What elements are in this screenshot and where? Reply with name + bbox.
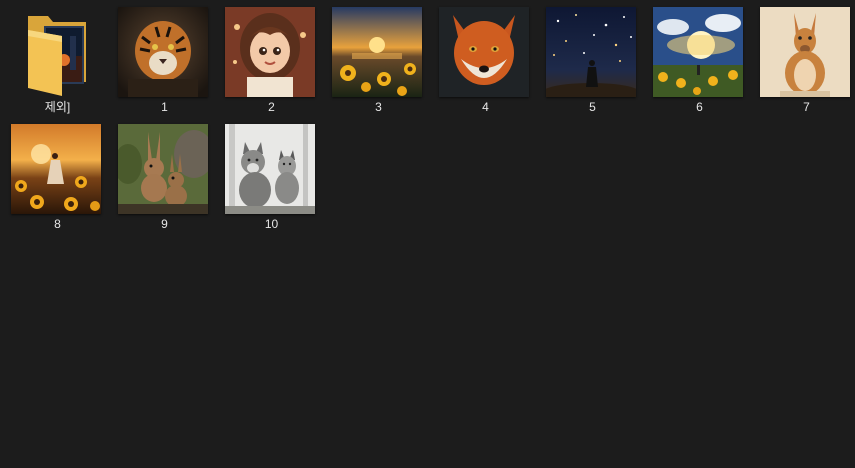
folder-icon	[22, 12, 94, 96]
folder-label: 제외]	[44, 100, 71, 114]
file-grid: 제외] 1 2 3 4 5 6 7 8 9 10	[4, 4, 855, 235]
sunflower-sunset-thumbnail	[332, 7, 422, 97]
image-file-label: 5	[589, 100, 596, 114]
image-file-label: 4	[482, 100, 489, 114]
image-file-item[interactable]: 3	[325, 4, 432, 118]
girl-sunflowers-thumbnail	[11, 124, 101, 214]
image-file-item[interactable]: 7	[753, 4, 855, 118]
girl-portrait-thumbnail	[225, 7, 315, 97]
image-file-item[interactable]: 8	[4, 121, 111, 235]
tiger-thumbnail	[118, 7, 208, 97]
kangaroo-thumbnail	[760, 7, 850, 97]
image-file-label: 1	[161, 100, 168, 114]
folder-item[interactable]: 제외]	[4, 4, 111, 118]
sunflower-field-sky-thumbnail	[653, 7, 743, 97]
image-file-label: 7	[803, 100, 810, 114]
image-file-label: 10	[264, 217, 279, 231]
fox-thumbnail	[439, 7, 529, 97]
image-file-item[interactable]: 9	[111, 121, 218, 235]
starry-night-girl-thumbnail	[546, 7, 636, 97]
image-file-label: 8	[54, 217, 61, 231]
rabbits-thumbnail	[118, 124, 208, 214]
image-file-item[interactable]: 1	[111, 4, 218, 118]
file-explorer-pane: 제외] 1 2 3 4 5 6 7 8 9 10	[0, 0, 855, 468]
image-file-label: 2	[268, 100, 275, 114]
image-file-label: 6	[696, 100, 703, 114]
image-file-item[interactable]: 10	[218, 121, 325, 235]
image-file-item[interactable]: 4	[432, 4, 539, 118]
image-file-item[interactable]: 5	[539, 4, 646, 118]
image-file-item[interactable]: 6	[646, 4, 753, 118]
image-file-label: 3	[375, 100, 382, 114]
image-file-item[interactable]: 2	[218, 4, 325, 118]
image-file-label: 9	[161, 217, 168, 231]
wolves-thumbnail	[225, 124, 315, 214]
